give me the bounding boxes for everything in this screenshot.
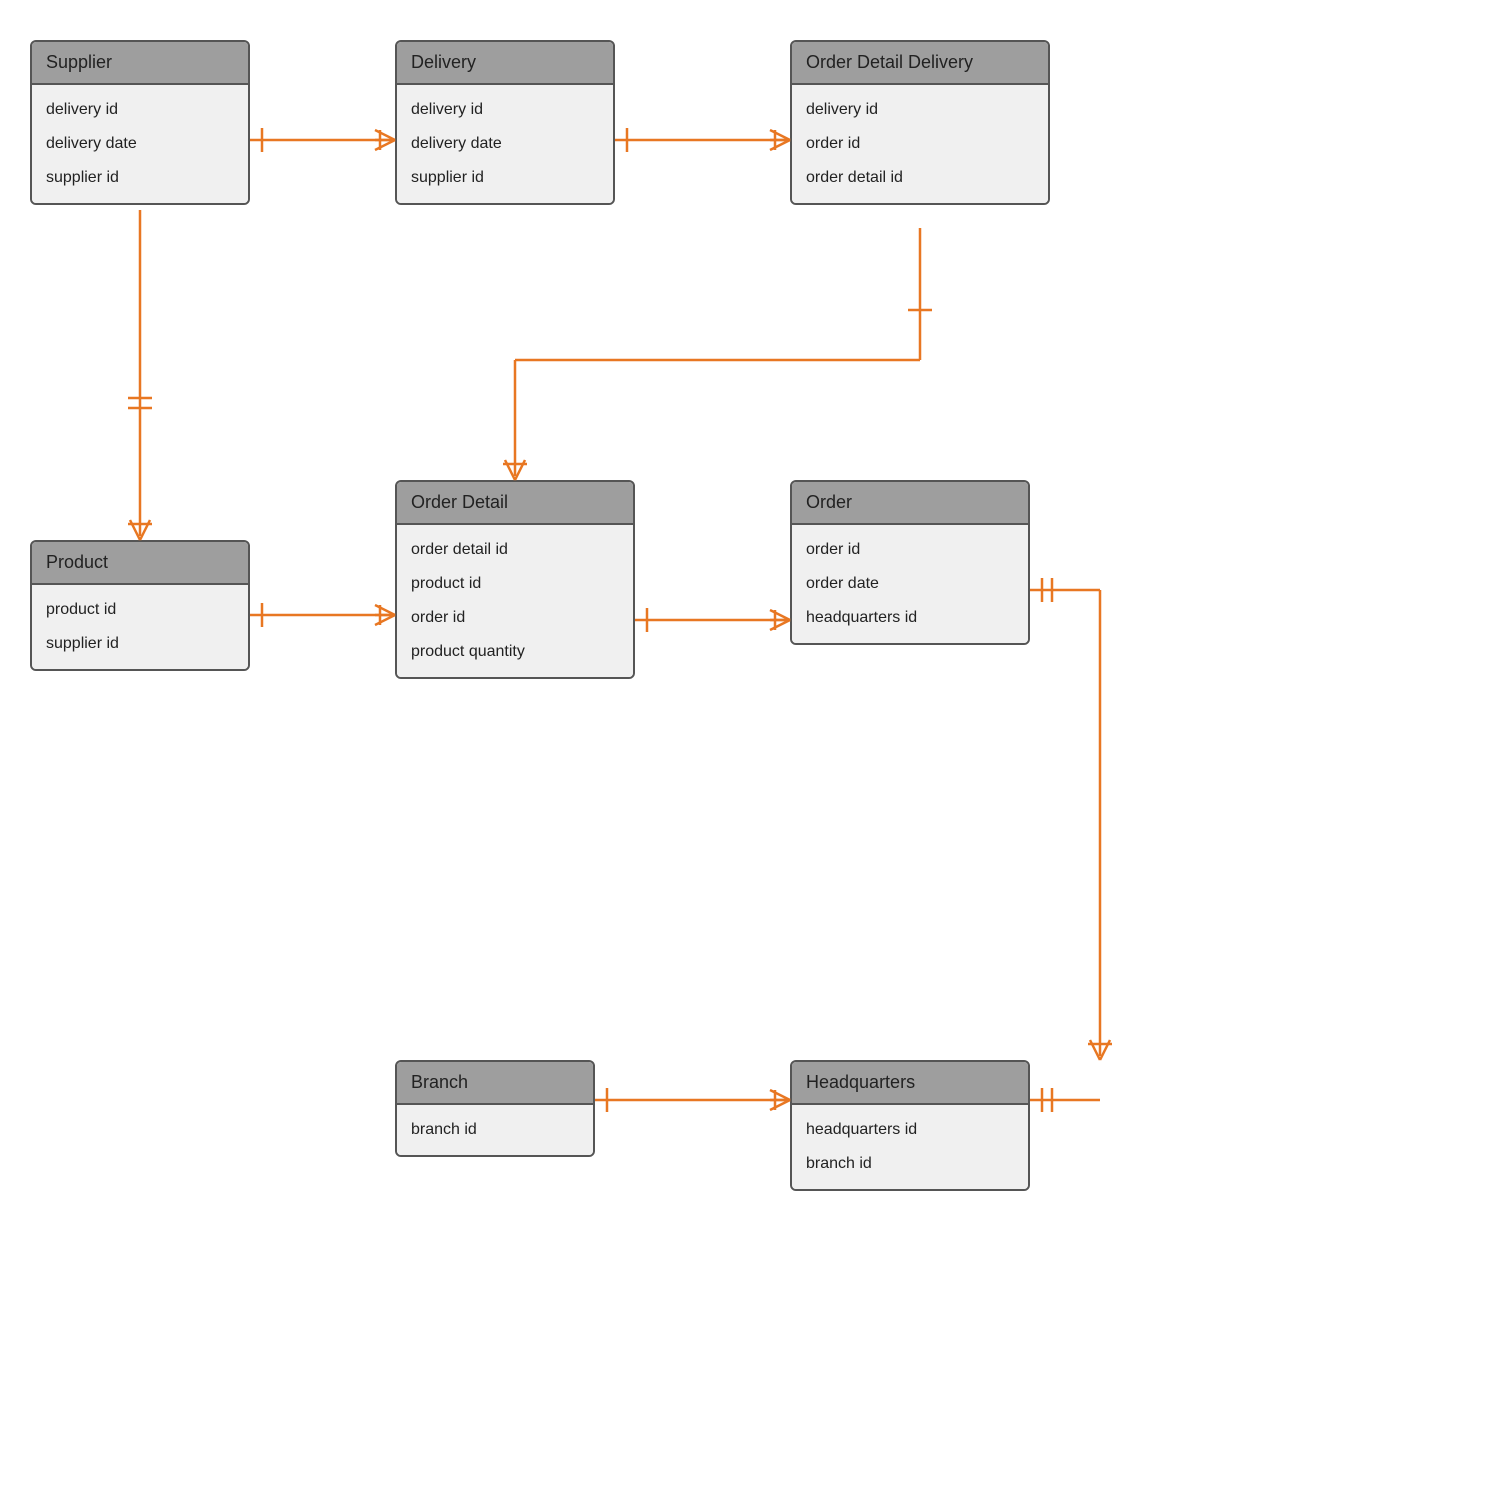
connection-supplier-delivery xyxy=(250,128,395,152)
table-row: headquarters id xyxy=(792,1113,1028,1147)
connection-order-hq xyxy=(1030,578,1112,1060)
table-row: order id xyxy=(397,601,633,635)
table-order-body: order id order date headquarters id xyxy=(792,525,1028,643)
connection-orderdetail-order xyxy=(635,608,790,632)
table-row: order date xyxy=(792,567,1028,601)
table-order-detail-delivery: Order Detail Delivery delivery id order … xyxy=(790,40,1050,205)
table-row: supplier id xyxy=(397,161,613,195)
table-branch-header: Branch xyxy=(397,1062,593,1105)
table-order-detail-delivery-header: Order Detail Delivery xyxy=(792,42,1048,85)
table-row: branch id xyxy=(397,1113,593,1147)
table-order-detail-body: order detail id product id order id prod… xyxy=(397,525,633,677)
connection-delivery-odd xyxy=(615,128,790,152)
table-row: supplier id xyxy=(32,627,248,661)
table-row: supplier id xyxy=(32,161,248,195)
table-branch: Branch branch id xyxy=(395,1060,595,1157)
table-row: product id xyxy=(32,593,248,627)
table-supplier: Supplier delivery id delivery date suppl… xyxy=(30,40,250,205)
table-order-detail-delivery-body: delivery id order id order detail id xyxy=(792,85,1048,203)
table-row: product id xyxy=(397,567,633,601)
table-row: delivery date xyxy=(32,127,248,161)
table-row: delivery date xyxy=(397,127,613,161)
table-delivery: Delivery delivery id delivery date suppl… xyxy=(395,40,615,205)
table-headquarters-body: headquarters id branch id xyxy=(792,1105,1028,1189)
table-product-body: product id supplier id xyxy=(32,585,248,669)
connection-odd-orderdetail xyxy=(503,228,932,480)
table-row: order detail id xyxy=(792,161,1048,195)
table-order-header: Order xyxy=(792,482,1028,525)
table-delivery-body: delivery id delivery date supplier id xyxy=(397,85,613,203)
table-row: product quantity xyxy=(397,635,633,669)
table-branch-body: branch id xyxy=(397,1105,593,1155)
table-order-detail-header: Order Detail xyxy=(397,482,633,525)
table-product: Product product id supplier id xyxy=(30,540,250,671)
table-row: delivery id xyxy=(792,93,1048,127)
connection-supplier-product xyxy=(128,210,152,540)
table-supplier-body: delivery id delivery date supplier id xyxy=(32,85,248,203)
er-diagram: Supplier delivery id delivery date suppl… xyxy=(0,0,1500,1500)
table-order: Order order id order date headquarters i… xyxy=(790,480,1030,645)
table-order-detail: Order Detail order detail id product id … xyxy=(395,480,635,679)
table-row: branch id xyxy=(792,1147,1028,1181)
table-headquarters-header: Headquarters xyxy=(792,1062,1028,1105)
connection-product-orderdetail xyxy=(250,603,395,627)
table-row: order detail id xyxy=(397,533,633,567)
table-row: order id xyxy=(792,533,1028,567)
connection-hq-right xyxy=(1030,1088,1100,1112)
table-row: delivery id xyxy=(32,93,248,127)
table-product-header: Product xyxy=(32,542,248,585)
table-row: order id xyxy=(792,127,1048,161)
table-delivery-header: Delivery xyxy=(397,42,613,85)
table-row: delivery id xyxy=(397,93,613,127)
er-connections xyxy=(0,0,1500,1500)
table-row: headquarters id xyxy=(792,601,1028,635)
connection-branch-hq xyxy=(595,1088,790,1112)
table-supplier-header: Supplier xyxy=(32,42,248,85)
table-headquarters: Headquarters headquarters id branch id xyxy=(790,1060,1030,1191)
